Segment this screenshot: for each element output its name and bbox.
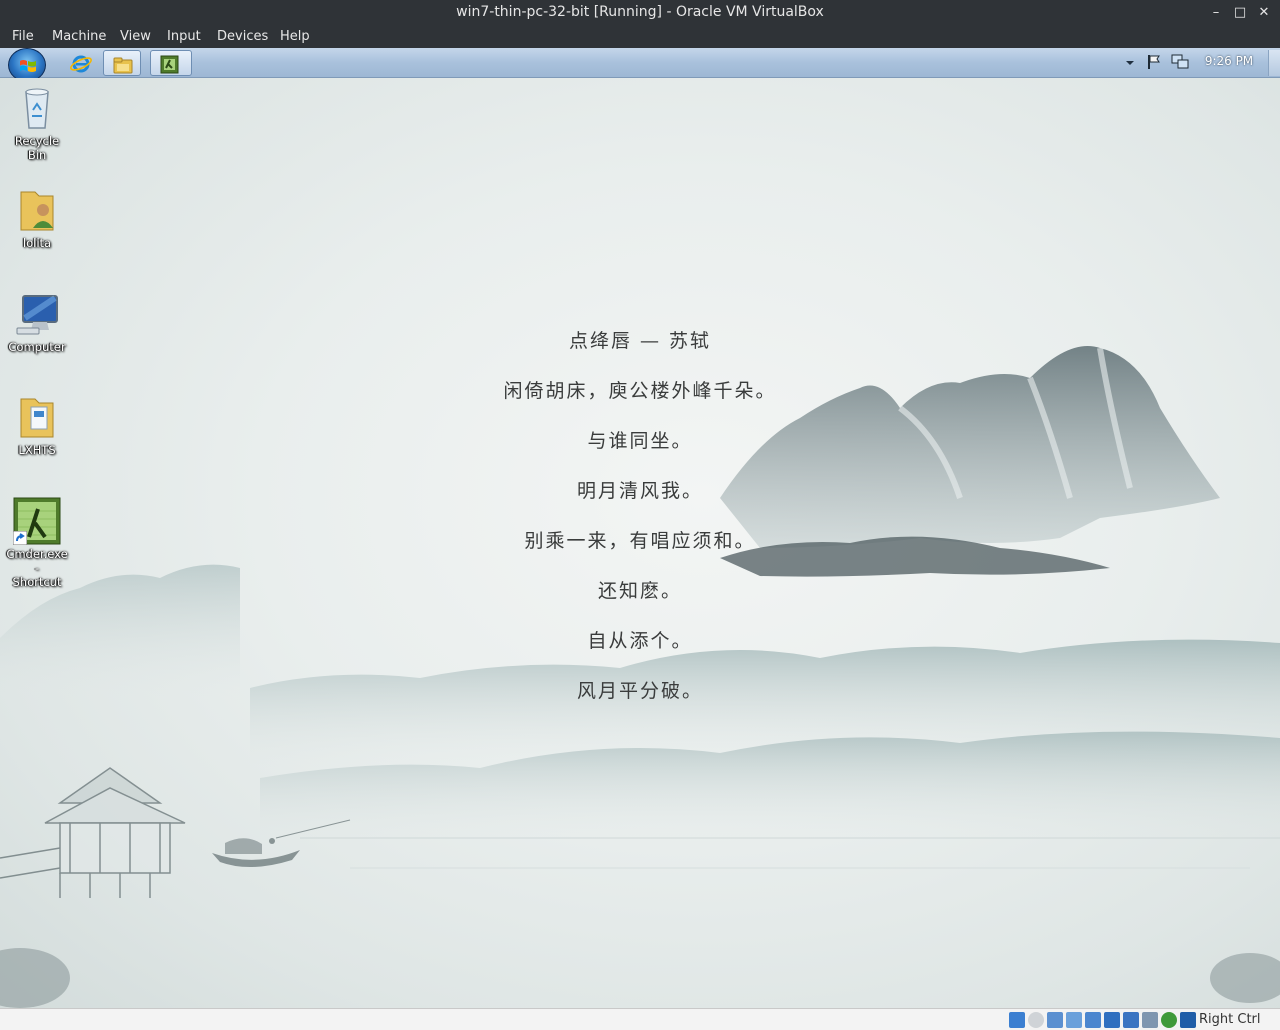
taskbar-internet-explorer[interactable] xyxy=(62,50,100,76)
hard-disk-status-icon[interactable] xyxy=(1009,1012,1025,1028)
guest-taskbar xyxy=(0,48,1280,78)
audio-status-icon[interactable] xyxy=(1047,1012,1063,1028)
network-status-icon[interactable] xyxy=(1066,1012,1082,1028)
usb-status-icon[interactable] xyxy=(1085,1012,1101,1028)
recording-status-icon[interactable] xyxy=(1142,1012,1158,1028)
windows-explorer-icon xyxy=(113,57,133,74)
desktop-icon-lxhts-folder[interactable]: LXHTS xyxy=(4,393,70,457)
user-folder-icon xyxy=(20,191,54,231)
user-folder-label: lolita xyxy=(22,236,52,250)
cmder-shortcut-label-line1: Cmder.exe - xyxy=(6,547,68,575)
host-key-label: Right Ctrl xyxy=(1199,1012,1261,1027)
maximize-button[interactable]: □ xyxy=(1229,2,1251,24)
shortcut-arrow-icon xyxy=(13,531,27,545)
windows-logo-icon xyxy=(20,60,36,72)
desktop-icon-user-folder[interactable]: lolita xyxy=(4,186,70,250)
desktop-icon-computer[interactable]: Computer xyxy=(4,290,70,354)
poem-line: 闲倚胡床，庾公楼外峰千朵。 xyxy=(503,380,777,402)
tray-overflow-chevron-icon[interactable] xyxy=(1124,58,1136,68)
show-desktop-button[interactable] xyxy=(1268,50,1280,76)
desktop-icon-recycle-bin[interactable]: Recycle Bin xyxy=(4,84,70,162)
poem-line: 风月平分破。 xyxy=(576,680,703,702)
taskbar-clock[interactable]: 9:26 PM xyxy=(1200,54,1258,68)
optical-drive-status-icon[interactable] xyxy=(1028,1012,1044,1028)
menu-machine[interactable]: Machine xyxy=(52,29,106,44)
host-title-bar: win7-thin-pc-32-bit [Running] - Oracle V… xyxy=(0,0,1280,26)
host-status-bar: Right Ctrl xyxy=(0,1008,1280,1030)
poem-line: 明月清风我。 xyxy=(576,480,703,502)
taskbar-cmder[interactable] xyxy=(150,50,192,76)
computer-icon xyxy=(16,295,58,335)
start-button[interactable] xyxy=(8,48,46,82)
minimize-button[interactable]: – xyxy=(1205,2,1227,24)
network-icon[interactable] xyxy=(1170,53,1190,71)
display-status-icon[interactable] xyxy=(1123,1012,1139,1028)
cmder-shortcut-label-line2: Shortcut xyxy=(12,575,62,589)
window-title: win7-thin-pc-32-bit [Running] - Oracle V… xyxy=(456,4,824,20)
guest-desktop[interactable]: Recycle Bin lolita Computer LXHTS Cmder.… xyxy=(0,78,1280,1008)
menu-view[interactable]: View xyxy=(120,29,151,44)
vt-x-status-icon[interactable] xyxy=(1161,1012,1177,1028)
recycle-bin-icon xyxy=(25,88,49,129)
menu-input[interactable]: Input xyxy=(167,29,201,44)
cmder-task-icon xyxy=(160,55,179,74)
menu-help[interactable]: Help xyxy=(280,29,310,44)
action-center-flag-icon[interactable] xyxy=(1145,53,1163,71)
poem-line: 与谁同坐。 xyxy=(587,430,693,452)
menu-devices[interactable]: Devices xyxy=(217,29,268,44)
desktop-icon-cmder-shortcut[interactable]: Cmder.exe - Shortcut xyxy=(4,497,70,589)
poem-title: 点绛唇 — 苏轼 xyxy=(568,330,712,352)
poem-line: 自从添个。 xyxy=(587,630,693,652)
mouse-integration-status-icon[interactable] xyxy=(1180,1012,1196,1028)
poem-line: 别乘一来，有唱应须和。 xyxy=(524,530,756,552)
poem-line: 还知麽。 xyxy=(597,580,682,602)
host-menu-bar: File Machine View Input Devices Help xyxy=(0,26,1280,48)
folder-icon xyxy=(20,398,54,438)
wallpaper-poem: 点绛唇 — 苏轼 闲倚胡床，庾公楼外峰千朵。 与谁同坐。 明月清风我。 别乘一来… xyxy=(430,328,850,728)
computer-label: Computer xyxy=(8,340,66,354)
shared-folders-status-icon[interactable] xyxy=(1104,1012,1120,1028)
internet-explorer-icon xyxy=(70,55,92,73)
recycle-bin-label: Recycle Bin xyxy=(14,134,60,162)
menu-file[interactable]: File xyxy=(12,29,34,44)
lxhts-folder-label: LXHTS xyxy=(18,443,56,457)
taskbar-windows-explorer[interactable] xyxy=(103,50,141,76)
close-button[interactable]: ✕ xyxy=(1253,2,1275,24)
